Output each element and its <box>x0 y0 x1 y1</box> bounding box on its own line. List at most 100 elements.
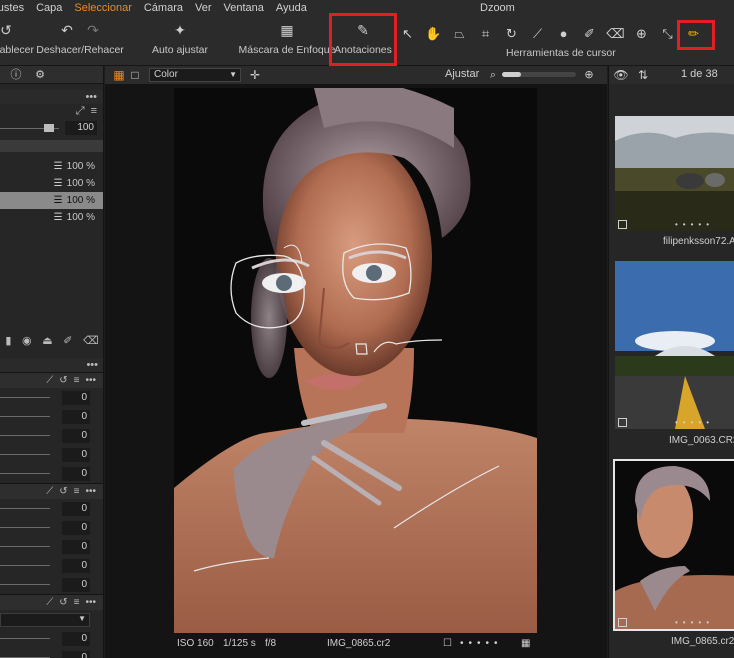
menu-camara[interactable]: Cámara <box>138 0 189 17</box>
brush-icon[interactable]: ✐ <box>580 26 599 42</box>
zoom-slider[interactable] <box>502 72 576 77</box>
adjust-slider[interactable] <box>0 454 50 455</box>
thumbnail-check[interactable] <box>618 418 627 427</box>
section-more-icon[interactable]: ••• <box>85 375 96 386</box>
section-menu-icon[interactable]: ≡ <box>74 486 80 497</box>
layer-row[interactable]: ☰ 100 % <box>0 209 103 226</box>
adjust-value[interactable]: 0 <box>62 390 90 405</box>
adjust-slider[interactable] <box>0 546 50 547</box>
crop-icon[interactable]: ⌗ <box>476 26 495 42</box>
adjust-value[interactable]: 0 <box>62 409 90 424</box>
menu-icon[interactable]: ≡ <box>91 105 97 117</box>
opacity-slider-knob[interactable] <box>44 124 54 132</box>
adjust-value[interactable]: 0 <box>62 539 90 554</box>
menu-ver[interactable]: Ver <box>189 0 218 17</box>
eraser-icon[interactable]: ⌫ <box>606 26 625 42</box>
section-menu-icon[interactable]: ≡ <box>74 375 80 386</box>
section-more-icon[interactable]: ••• <box>85 486 96 497</box>
adjust-slider[interactable] <box>0 397 50 398</box>
settings-gear-icon[interactable]: ⚙ <box>32 67 48 83</box>
layer-row[interactable]: ☰ 100 % <box>0 158 103 175</box>
adjust-slider[interactable] <box>0 473 50 474</box>
more-options-icon[interactable]: ••• <box>85 91 97 103</box>
info-icon[interactable]: ⓘ <box>8 67 24 83</box>
stamp-icon[interactable]: ⏏ <box>42 334 52 347</box>
auto-adjust-button[interactable]: ✦ Auto ajustar <box>150 17 210 66</box>
picker-tool-icon[interactable]: ⟋ <box>46 486 53 497</box>
thumbnail-check[interactable] <box>618 618 627 627</box>
grid-toggle-icon[interactable]: ▦ <box>521 638 530 649</box>
adjust-slider[interactable] <box>0 565 50 566</box>
reset-small-icon[interactable]: ↺ <box>59 597 67 608</box>
select-cursor-icon[interactable]: ↖ <box>398 26 417 42</box>
adjust-slider[interactable] <box>0 435 50 436</box>
undo-icon[interactable]: ↶ <box>59 22 75 38</box>
adjust-value[interactable]: 0 <box>62 466 90 481</box>
rotate-icon[interactable]: ↻ <box>502 26 521 42</box>
pan-hand-icon[interactable]: ✋ <box>424 26 443 42</box>
single-view-icon[interactable]: □ <box>127 67 143 83</box>
layer-row-selected[interactable]: ☰ 100 % <box>0 192 103 209</box>
adjust-value[interactable]: 0 <box>62 650 90 658</box>
adjust-slider[interactable] <box>0 584 50 585</box>
thumbnail-3-selected[interactable]: ••••• <box>613 459 734 631</box>
adjust-dropdown[interactable]: ▼ <box>0 612 90 627</box>
adjust-value[interactable]: 0 <box>62 520 90 535</box>
picker-tool-icon[interactable]: ⟋ <box>46 597 53 608</box>
erase-tool-icon[interactable]: ⌫ <box>83 334 99 347</box>
reset-small-icon[interactable]: ↺ <box>59 375 67 386</box>
layer-row[interactable]: ☰ 100 % <box>0 175 103 192</box>
menu-ajustes[interactable]: Ajustes <box>0 0 30 17</box>
zoom-icon[interactable]: ⌕ <box>485 67 501 83</box>
adjust-value[interactable]: 0 <box>62 577 90 592</box>
opacity-value[interactable]: 100 <box>65 121 97 135</box>
expand-icon[interactable]: ⤢ <box>76 105 85 118</box>
keystone-icon[interactable]: ⏢ <box>450 26 469 42</box>
picker-icon[interactable]: ⤡ <box>658 26 677 42</box>
picker-tool-icon[interactable]: ⟋ <box>46 375 53 386</box>
reset-small-icon[interactable]: ↺ <box>59 486 67 497</box>
section-menu-icon[interactable]: ≡ <box>74 597 80 608</box>
redo-icon[interactable]: ↷ <box>85 22 101 38</box>
menu-ventana[interactable]: Ventana <box>218 0 270 17</box>
zoom-label[interactable]: Ajustar <box>445 68 479 80</box>
eye-icon[interactable]: 👁 <box>613 67 629 83</box>
reset-group[interactable]: ↺ Restablecer <box>0 17 34 66</box>
adjust-slider[interactable] <box>0 638 50 639</box>
crosshair-icon[interactable]: ✛ <box>247 67 263 83</box>
color-mode-select[interactable]: Color ▼ <box>149 68 241 82</box>
rating-dots[interactable]: ••••• <box>460 638 503 649</box>
adjust-value[interactable]: 0 <box>62 631 90 646</box>
adjust-dropdown-row[interactable]: ▼ <box>0 610 103 629</box>
menu-ayuda[interactable]: Ayuda <box>270 0 313 17</box>
zoom-in-icon[interactable]: ⊕ <box>581 67 597 83</box>
adjust-slider[interactable] <box>0 527 50 528</box>
adjust-value[interactable]: 0 <box>62 501 90 516</box>
adjust-slider[interactable] <box>0 508 50 509</box>
adjust-value[interactable]: 0 <box>62 558 90 573</box>
focus-mask-button[interactable]: ▦ Máscara de Enfoque <box>239 17 336 66</box>
adjust-value[interactable]: 0 <box>62 428 90 443</box>
thumbnail-rating-dots[interactable]: ••••• <box>675 220 714 229</box>
menu-capa[interactable]: Capa <box>30 0 68 17</box>
spot-icon[interactable]: ● <box>554 26 573 42</box>
rating-check[interactable]: ☐ <box>443 638 452 649</box>
straighten-icon[interactable]: ⟋ <box>528 26 547 42</box>
thumbnail-check[interactable] <box>618 220 627 229</box>
thumbnail-2[interactable]: ••••• <box>615 261 734 429</box>
zoom-plus-icon[interactable]: ⊕ <box>632 26 651 42</box>
section-more-icon[interactable]: ••• <box>85 597 96 608</box>
adjust-slider[interactable] <box>0 416 50 417</box>
thumbnail-rating-dots[interactable]: ••••• <box>675 418 714 427</box>
thumbnail-rating-dots[interactable]: ••••• <box>675 618 714 627</box>
menu-seleccionar[interactable]: Seleccionar <box>68 0 137 17</box>
more-options-icon[interactable]: ••• <box>86 359 98 371</box>
adjust-value[interactable]: 0 <box>62 447 90 462</box>
grid-view-icon[interactable]: ▦ <box>111 67 127 83</box>
radial-icon[interactable]: ◉ <box>22 334 32 347</box>
thumbnail-1[interactable]: ••••• <box>615 116 734 231</box>
main-photo[interactable] <box>174 88 537 633</box>
brush-tool-icon[interactable]: ✐ <box>63 334 72 347</box>
gradient-icon[interactable]: ▮ <box>5 334 11 347</box>
sort-icon[interactable]: ⇅ <box>635 67 651 83</box>
